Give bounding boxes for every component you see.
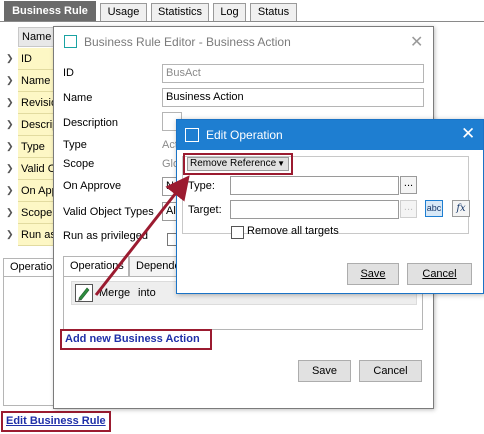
- cancel-button[interactable]: Cancel: [359, 360, 422, 382]
- tab-dependencies[interactable]: Depende: [129, 256, 179, 276]
- operation-suffix: into: [138, 287, 156, 299]
- chevron-right-icon[interactable]: ❯: [6, 229, 16, 240]
- type-label: Type: [63, 139, 87, 151]
- target-browse-button[interactable]: ...: [400, 200, 417, 218]
- add-business-action-link[interactable]: Add new Business Action: [60, 329, 212, 350]
- save-button[interactable]: Save: [347, 263, 399, 285]
- on-approve-label: On Approve: [63, 180, 122, 192]
- dialog-title-bar[interactable]: Business Rule Editor - Business Action ✕: [54, 27, 433, 57]
- save-button[interactable]: Save: [298, 360, 351, 382]
- remove-all-targets-checkbox[interactable]: [231, 226, 244, 239]
- caret-down-icon: ▼: [277, 159, 285, 168]
- chevron-right-icon[interactable]: ❯: [6, 163, 16, 174]
- function-button[interactable]: fx: [452, 200, 470, 217]
- run-privileged-label: Run as privileged: [63, 230, 148, 242]
- window-icon: [185, 128, 199, 142]
- close-icon[interactable]: ✕: [461, 124, 475, 144]
- operation-select[interactable]: Remove Reference ▼: [187, 157, 289, 171]
- chevron-right-icon[interactable]: ❯: [6, 141, 16, 152]
- tab-divider: [0, 21, 484, 22]
- edit-operation-dialog: Edit Operation ✕ Remove Reference ▼ Type…: [176, 119, 484, 294]
- operation-select-highlight: Remove Reference ▼: [183, 153, 293, 175]
- scope-label: Scope: [63, 158, 95, 170]
- merge-icon: [75, 284, 93, 302]
- dialog-title-bar[interactable]: Edit Operation ✕: [177, 120, 483, 150]
- dialog-title: Business Rule Editor - Business Action: [84, 35, 291, 49]
- tab-usage[interactable]: Usage: [100, 3, 147, 21]
- name-label: Name: [63, 92, 93, 104]
- text-value-button[interactable]: abc: [425, 200, 443, 217]
- chevron-right-icon[interactable]: ❯: [6, 75, 16, 86]
- type-field[interactable]: [230, 176, 399, 195]
- cancel-button[interactable]: Cancel: [407, 263, 472, 285]
- chevron-right-icon[interactable]: ❯: [6, 119, 16, 130]
- operation-select-value: Remove Reference: [190, 158, 277, 169]
- dialog-title: Edit Operation: [206, 128, 283, 142]
- description-label: Description: [63, 117, 119, 129]
- target-field[interactable]: [230, 200, 399, 219]
- chevron-right-icon[interactable]: ❯: [6, 185, 16, 196]
- edit-business-rule-link[interactable]: Edit Business Rule: [1, 411, 111, 432]
- tab-status[interactable]: Status: [250, 3, 297, 21]
- tab-business-rule[interactable]: Business Rule: [4, 1, 96, 21]
- chevron-right-icon[interactable]: ❯: [6, 53, 16, 64]
- tab-log[interactable]: Log: [213, 3, 246, 21]
- main-tab-strip: Business Rule Usage Statistics Log Statu…: [0, 0, 484, 22]
- type-label: Type:: [188, 180, 215, 192]
- chevron-right-icon[interactable]: ❯: [6, 97, 16, 108]
- close-icon[interactable]: ✕: [410, 32, 423, 52]
- name-field[interactable]: Business Action: [162, 88, 424, 107]
- tab-operations[interactable]: Operations: [63, 256, 129, 276]
- chevron-right-icon[interactable]: ❯: [6, 207, 16, 218]
- id-field[interactable]: BusAct: [162, 64, 424, 83]
- operation-name: Merge: [99, 287, 131, 299]
- tab-statistics[interactable]: Statistics: [151, 3, 209, 21]
- valid-object-types-label: Valid Object Types: [63, 206, 154, 218]
- id-label: ID: [63, 67, 74, 79]
- type-browse-button[interactable]: ...: [400, 176, 417, 194]
- target-label: Target:: [188, 204, 222, 216]
- window-icon: [64, 35, 77, 48]
- remove-all-targets-label: Remove all targets: [247, 225, 339, 237]
